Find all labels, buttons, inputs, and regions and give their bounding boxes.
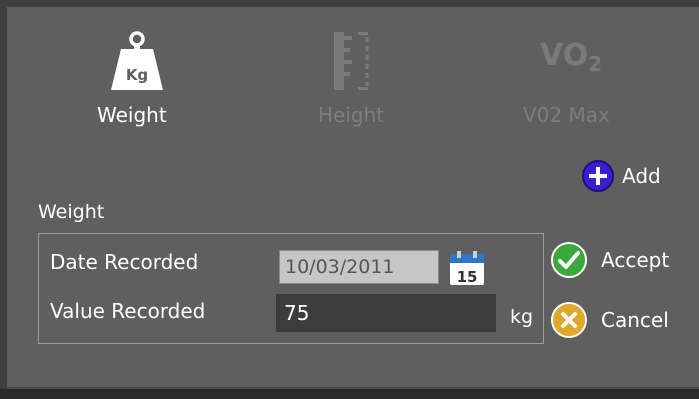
- tab-height[interactable]: Height: [310, 30, 400, 130]
- x-circle-icon: [551, 302, 587, 338]
- svg-text:15: 15: [457, 268, 478, 286]
- window-frame-left: [0, 0, 7, 399]
- add-button[interactable]: Add: [582, 160, 661, 192]
- date-recorded-label: Date Recorded: [50, 250, 199, 274]
- tab-weight-label: Weight: [97, 103, 167, 127]
- section-title: Weight: [38, 201, 105, 223]
- tab-vo2max[interactable]: VO2 V02 Max: [515, 30, 625, 130]
- svg-text:Kg: Kg: [126, 66, 148, 84]
- add-label: Add: [622, 164, 661, 188]
- tab-weight[interactable]: Kg Weight: [90, 30, 185, 130]
- cancel-label: Cancel: [601, 308, 669, 332]
- unit-label: kg: [510, 306, 534, 328]
- weight-kg-icon: Kg: [111, 31, 163, 90]
- plus-circle-icon: [582, 160, 614, 192]
- value-recorded-field[interactable]: 75: [276, 294, 496, 332]
- date-recorded-field[interactable]: 10/03/2011: [279, 250, 439, 284]
- check-circle-icon: [551, 242, 587, 278]
- calendar-icon[interactable]: 15: [449, 250, 485, 286]
- accept-button[interactable]: Accept: [551, 242, 669, 278]
- accept-label: Accept: [601, 248, 670, 272]
- value-recorded-label: Value Recorded: [50, 299, 206, 323]
- window-frame-bottom: [0, 389, 699, 399]
- tab-vo2max-label: V02 Max: [523, 103, 610, 127]
- tab-height-label: Height: [318, 103, 385, 127]
- vo2-icon: VO2: [540, 38, 603, 76]
- ruler-icon: [334, 32, 369, 90]
- window-frame-top: [0, 0, 699, 7]
- cancel-button[interactable]: Cancel: [551, 302, 669, 338]
